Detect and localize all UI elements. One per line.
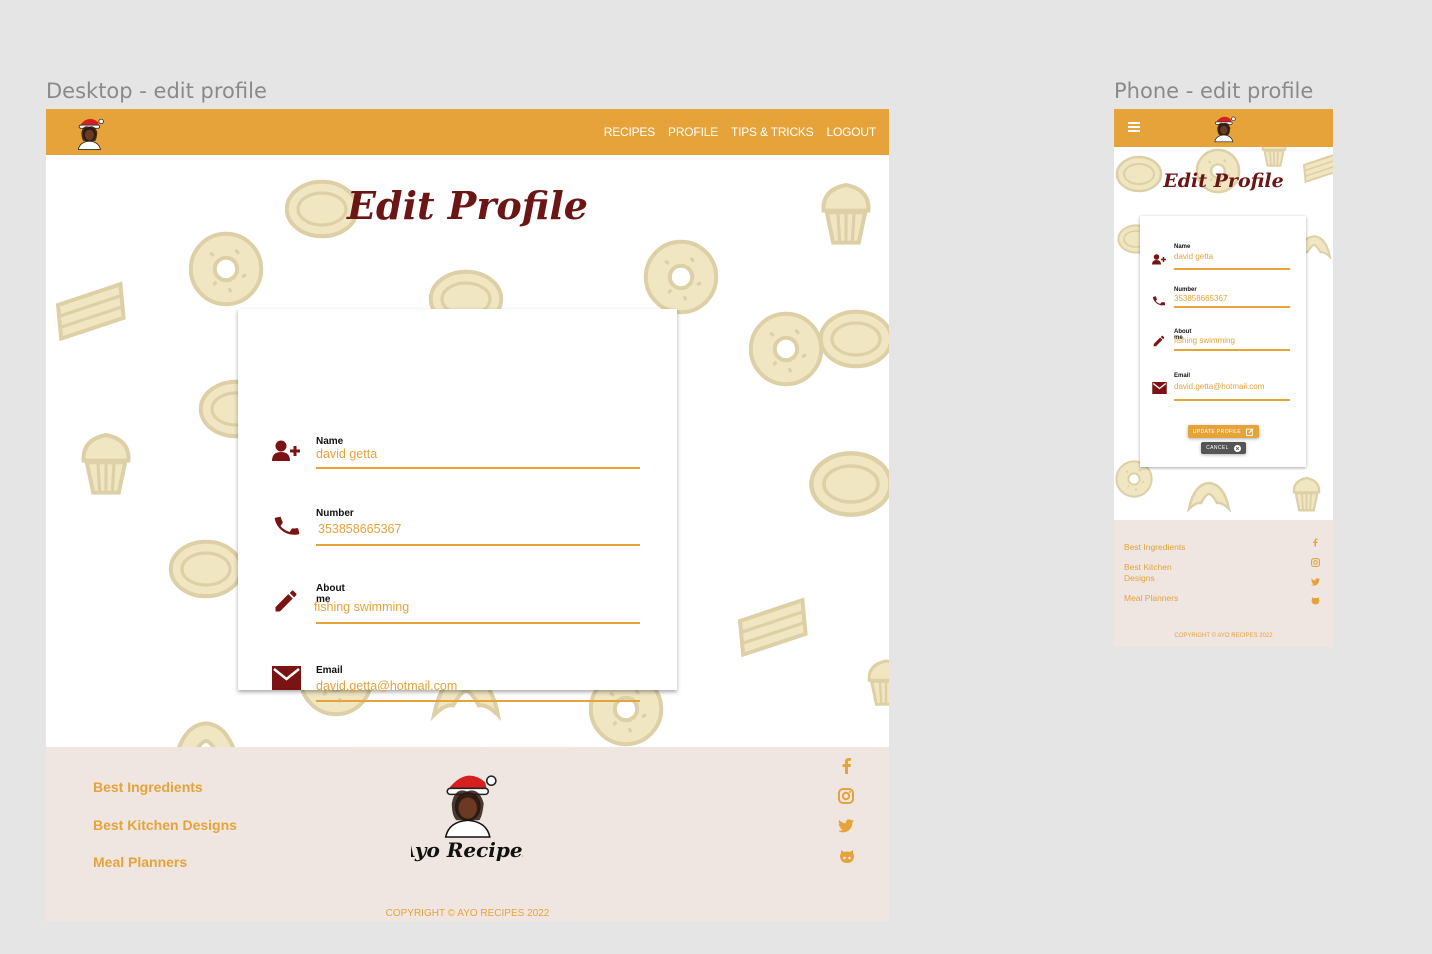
phone-icon [1152,296,1166,306]
about-input[interactable] [314,600,634,614]
update-profile-label: UPDATE PROFILE [1192,428,1242,435]
number-input[interactable] [1174,294,1284,303]
top-navbar: RECIPES PROFILE TIPS & TRICKS LOGOUT [46,109,889,155]
about-input[interactable] [1174,336,1284,345]
add-user-icon [272,440,300,461]
about-underline [316,622,640,624]
email-label: Email [316,665,343,676]
name-underline [1174,268,1290,270]
footer-link-ingredients[interactable]: Best Ingredients [93,779,203,795]
email-underline [316,700,640,702]
footer-link-kitchen-designs[interactable]: Best Kitchen Designs [1124,562,1184,584]
chef-logo-icon-mobile[interactable] [1208,112,1239,143]
github-icon[interactable] [839,850,855,864]
nav-logout[interactable]: LOGOUT [827,125,877,139]
chef-logo-icon[interactable] [70,113,108,151]
edit-note-icon [1246,428,1254,436]
phone-icon [274,516,300,535]
envelope-icon [272,666,301,690]
mobile-navbar [1114,109,1333,147]
footer-chef-logo: Ayo Recipes [411,774,523,862]
nav-tips-tricks[interactable]: TIPS & TRICKS [731,125,814,139]
email-input[interactable] [1174,382,1294,391]
phone-frame-title: Phone - edit profile [1114,79,1314,103]
desktop-frame-title: Desktop - edit profile [46,79,267,103]
edit-profile-card-mobile: Name Number About me [1140,216,1306,467]
number-label: Number [1174,287,1197,293]
email-underline [1174,399,1290,401]
pencil-icon [1153,335,1165,347]
footer-link-kitchen-designs[interactable]: Best Kitchen Designs [93,817,237,833]
update-profile-button-mobile[interactable]: UPDATE PROFILE [1188,425,1259,438]
copyright: COPYRIGHT © AYO RECIPES 2022 [1174,633,1273,639]
footer-link-meal-planners[interactable]: Meal Planners [1124,593,1204,604]
hamburger-menu-icon[interactable] [1128,122,1140,132]
cancel-label: CANCEL [1206,445,1229,451]
page-title: Edit Profile [347,183,588,228]
number-underline [1174,306,1290,308]
page-title-mobile: Edit Profile [1163,170,1284,192]
name-input[interactable] [1174,252,1284,261]
cancel-button-mobile[interactable]: CANCEL [1201,442,1246,454]
about-underline [1174,349,1290,351]
nav-profile[interactable]: PROFILE [668,125,718,139]
name-underline [316,467,640,469]
email-label: Email [1174,373,1191,379]
phone-frame: Edit Profile Name Number [1114,109,1333,647]
close-circle-icon [1233,444,1241,452]
number-underline [316,544,640,546]
footer-link-meal-planners[interactable]: Meal Planners [93,854,187,870]
desktop-frame: RECIPES PROFILE TIPS & TRICKS LOGOUT Edi… [46,109,889,921]
copyright: COPYRIGHT © AYO RECIPES 2022 [385,908,550,919]
instagram-icon[interactable] [838,788,854,804]
pencil-icon [275,590,297,612]
nav-links: RECIPES PROFILE TIPS & TRICKS LOGOUT [604,125,876,139]
twitter-icon[interactable] [838,819,854,833]
name-label: Name [316,436,344,447]
name-input[interactable] [316,447,636,461]
twitter-icon[interactable] [1311,578,1320,586]
envelope-icon [1152,382,1167,394]
instagram-icon[interactable] [1311,558,1320,567]
name-label: Name [1174,244,1191,250]
facebook-icon[interactable] [1312,538,1318,547]
number-input[interactable] [318,522,638,536]
edit-profile-card: Name Number About me [238,309,677,772]
footer-logo-text: Ayo Recipes [411,838,523,862]
footer: Best Ingredients Best Kitchen Designs Me… [46,747,889,921]
facebook-icon[interactable] [840,758,852,774]
footer-mobile: Best Ingredients Best Kitchen Designs Me… [1114,520,1333,647]
add-user-icon [1152,254,1166,265]
footer-link-ingredients[interactable]: Best Ingredients [1124,542,1204,553]
github-icon[interactable] [1311,597,1320,605]
email-input[interactable] [316,679,636,693]
number-label: Number [316,508,354,519]
nav-recipes[interactable]: RECIPES [604,125,655,139]
